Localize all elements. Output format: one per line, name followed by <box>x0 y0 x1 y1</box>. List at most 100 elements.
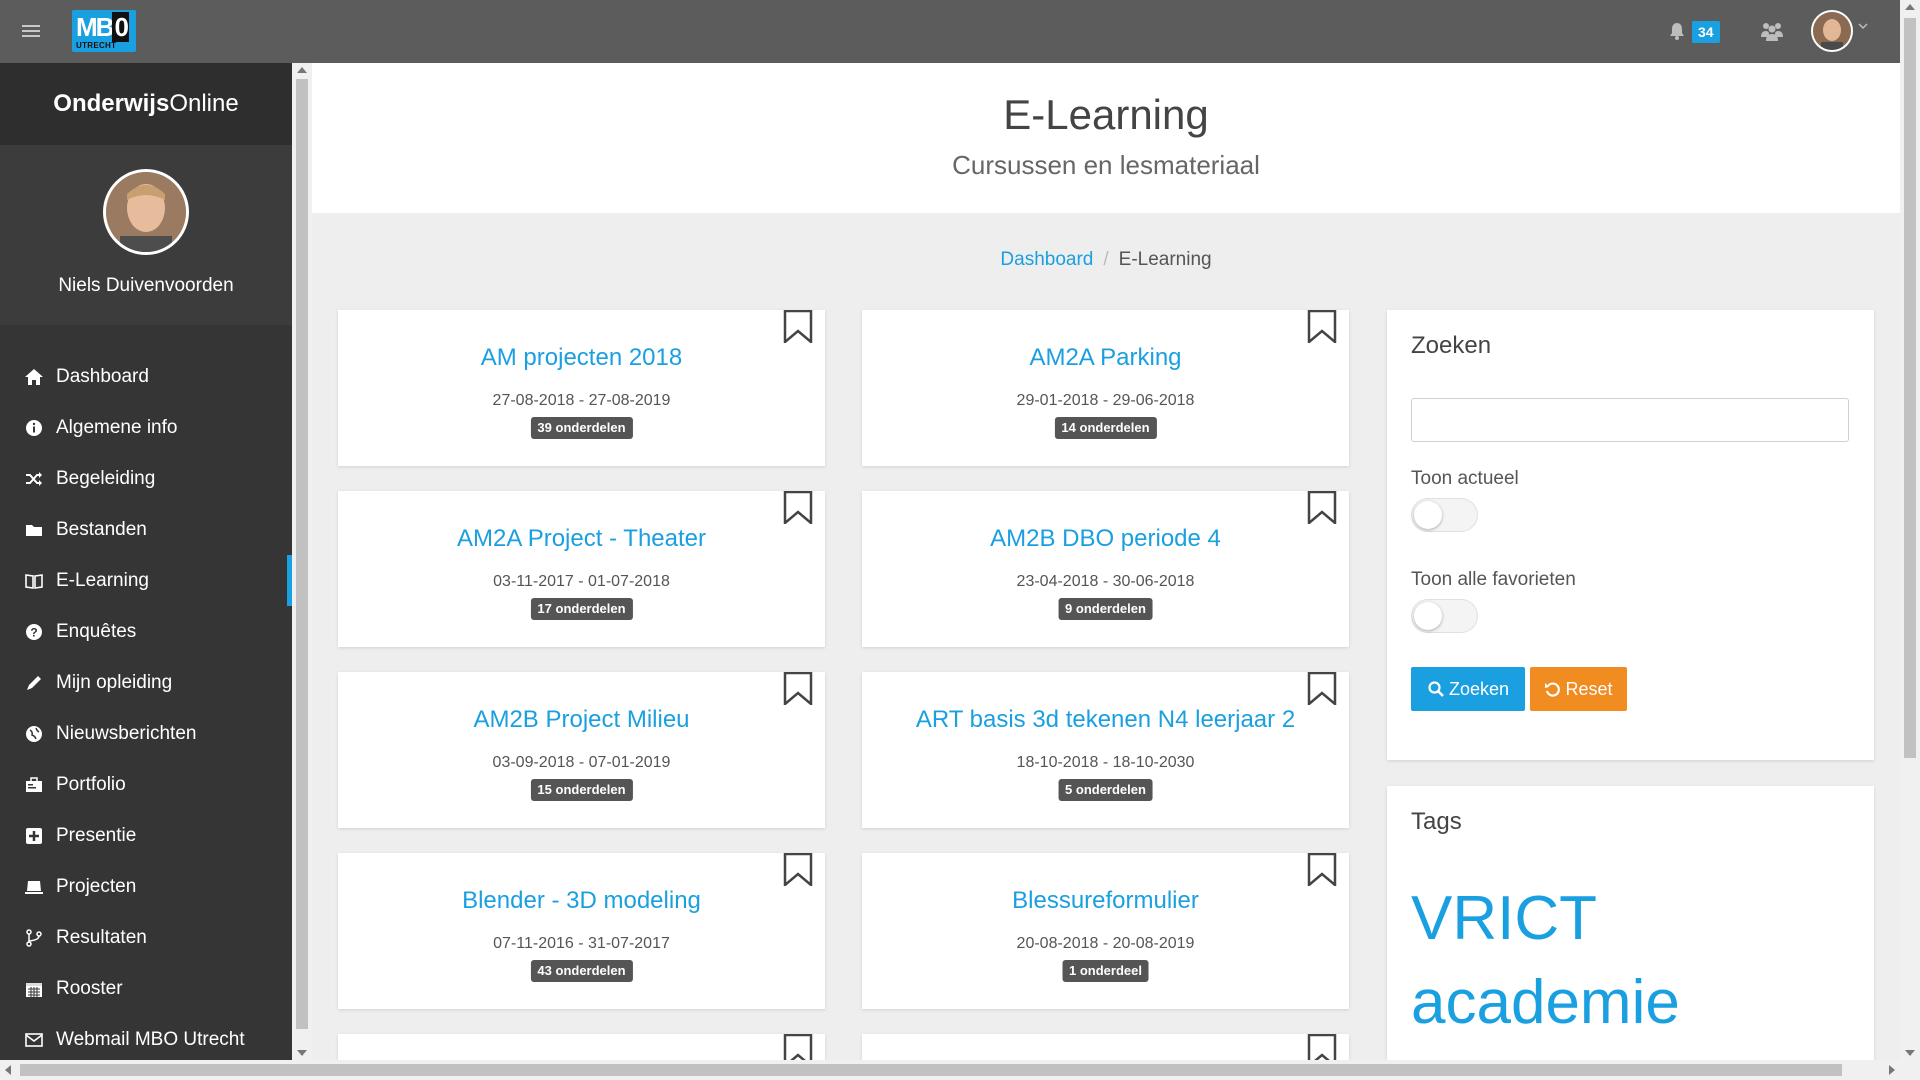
sidebar-item-enquetes[interactable]: ? Enquêtes <box>0 606 292 657</box>
globe-icon <box>24 724 44 744</box>
breadcrumb-separator: / <box>1103 249 1109 270</box>
course-title[interactable]: Blender - 3D modeling <box>338 887 825 915</box>
sidebar-item-label: Webmail MBO Utrecht <box>56 1028 245 1050</box>
scroll-up-arrow-icon[interactable] <box>1905 4 1915 10</box>
course-title[interactable]: ART basis 3d tekenen N4 leerjaar 2 <box>862 706 1349 734</box>
bookmark-icon[interactable] <box>1307 491 1337 524</box>
search-button-label: Zoeken <box>1448 678 1510 699</box>
course-card[interactable]: ART basis 3d tekenen N4 leerjaar 2 18-10… <box>862 672 1349 828</box>
course-dates: 27-08-2018 - 27-08-2019 <box>492 392 671 409</box>
bookmark-icon[interactable] <box>783 672 813 705</box>
course-card[interactable]: Blessureformulier 20-08-2018 - 20-08-201… <box>862 853 1349 1009</box>
sidebar-scroll-thumb[interactable] <box>296 79 308 1029</box>
tag-link[interactable]: VRICT <box>1411 888 1597 950</box>
profile-name: Niels Duivenvoorden <box>58 275 234 296</box>
toggle-current-switch[interactable] <box>1411 498 1478 532</box>
search-input[interactable] <box>1411 398 1849 442</box>
page-horizontal-scroll-thumb[interactable] <box>20 1064 1842 1076</box>
breadcrumb-current: E-Learning <box>1118 249 1212 270</box>
scroll-left-arrow-icon[interactable] <box>5 1065 11 1075</box>
bookmark-icon[interactable] <box>783 491 813 524</box>
scroll-down-arrow-icon[interactable] <box>1905 1050 1915 1056</box>
scroll-up-arrow-icon[interactable] <box>297 67 307 73</box>
bookmark-icon[interactable] <box>783 310 813 343</box>
course-parts-badge: 17 onderdelen <box>530 598 633 620</box>
envelope-icon <box>24 1030 44 1050</box>
course-parts-badge: 9 onderdelen <box>1058 598 1153 620</box>
user-avatar[interactable] <box>1811 10 1853 52</box>
course-dates: 20-08-2018 - 20-08-2019 <box>1016 935 1195 952</box>
page-horizontal-scrollbar[interactable] <box>0 1060 1920 1080</box>
sidebar-scrollbar[interactable] <box>292 63 312 1060</box>
page-title: E-Learning <box>1003 91 1209 138</box>
profile-avatar[interactable] <box>103 169 189 255</box>
course-card[interactable]: Blender - 3D modeling 07-11-2016 - 31-07… <box>338 853 825 1009</box>
svg-text:?: ? <box>30 625 37 639</box>
laptop-icon <box>24 877 44 897</box>
menu-icon[interactable] <box>22 20 40 42</box>
sidebar-item-bestanden[interactable]: Bestanden <box>0 504 292 555</box>
bell-icon[interactable] <box>1668 22 1686 40</box>
users-icon[interactable] <box>1760 20 1784 42</box>
course-card[interactable] <box>338 1034 825 1067</box>
logo-text-sub: UTRECHT <box>76 41 117 50</box>
sidebar-item-resultaten[interactable]: Resultaten <box>0 912 292 963</box>
sidebar-item-portfolio[interactable]: Portfolio <box>0 759 292 810</box>
course-card[interactable]: AM projecten 2018 27-08-2018 - 27-08-201… <box>338 310 825 466</box>
course-card[interactable]: AM2A Parking 29-01-2018 - 29-06-2018 14 … <box>862 310 1349 466</box>
sidebar-item-webmail[interactable]: Webmail MBO Utrecht <box>0 1014 292 1065</box>
course-title[interactable]: AM2A Parking <box>862 344 1349 372</box>
calendar-icon <box>24 979 44 999</box>
search-button[interactable]: Zoeken <box>1411 667 1525 711</box>
sidebar-item-label: Portfolio <box>56 773 126 795</box>
toggle-current-label: Toon actueel <box>1411 468 1519 489</box>
bookmark-icon[interactable] <box>1307 672 1337 705</box>
sidebar-item-begeleiding[interactable]: Begeleiding <box>0 453 292 504</box>
course-card[interactable]: AM2A Project - Theater 03-11-2017 - 01-0… <box>338 491 825 647</box>
sidebar-item-label: Dashboard <box>56 365 149 387</box>
course-title[interactable]: AM projecten 2018 <box>338 344 825 372</box>
sidebar-item-nieuwsberichten[interactable]: Nieuwsberichten <box>0 708 292 759</box>
sidebar-item-rooster[interactable]: Rooster <box>0 963 292 1014</box>
scroll-right-arrow-icon[interactable] <box>1889 1065 1895 1075</box>
page-subtitle: Cursussen en lesmateriaal <box>952 150 1260 180</box>
course-parts-badge: 14 onderdelen <box>1054 417 1157 439</box>
course-dates: 18-10-2018 - 18-10-2030 <box>1016 754 1195 771</box>
course-title[interactable]: AM2B Project Milieu <box>338 706 825 734</box>
reset-button[interactable]: Reset <box>1530 667 1627 711</box>
sidebar-item-label: Algemene info <box>56 416 178 438</box>
brand-title[interactable]: Onderwijs Online <box>0 63 292 145</box>
mbo-utrecht-logo[interactable]: MB0 UTRECHT <box>72 10 136 52</box>
sidebar-item-label: Rooster <box>56 977 123 999</box>
notification-count-badge[interactable]: 34 <box>1692 21 1720 43</box>
sidebar-item-projecten[interactable]: Projecten <box>0 861 292 912</box>
chevron-down-icon[interactable] <box>1857 20 1869 32</box>
sidebar-item-mijn-opleiding[interactable]: Mijn opleiding <box>0 657 292 708</box>
search-panel-title: Zoeken <box>1411 332 1492 359</box>
bookmark-icon[interactable] <box>783 853 813 886</box>
course-card[interactable] <box>862 1034 1349 1067</box>
sidebar-item-label: Resultaten <box>56 926 147 948</box>
sidebar-item-algemene-info[interactable]: Algemene info <box>0 402 292 453</box>
top-navbar: MB0 UTRECHT 34 <box>0 0 1900 63</box>
bookmark-icon[interactable] <box>1307 310 1337 343</box>
page-vertical-scrollbar[interactable] <box>1900 0 1920 1060</box>
home-icon <box>24 367 44 387</box>
tags-panel-title: Tags <box>1411 808 1462 835</box>
course-card[interactable]: AM2B DBO periode 4 23-04-2018 - 30-06-20… <box>862 491 1349 647</box>
course-card[interactable]: AM2B Project Milieu 03-09-2018 - 07-01-2… <box>338 672 825 828</box>
course-title[interactable]: Blessureformulier <box>862 887 1349 915</box>
scroll-down-arrow-icon[interactable] <box>297 1050 307 1056</box>
breadcrumb-dashboard-link[interactable]: Dashboard <box>1000 249 1093 270</box>
course-title[interactable]: AM2B DBO periode 4 <box>862 525 1349 553</box>
sidebar-item-dashboard[interactable]: Dashboard <box>0 351 292 402</box>
sidebar-item-e-learning[interactable]: E-Learning <box>0 555 292 606</box>
toggle-favorites-switch[interactable] <box>1411 599 1478 633</box>
book-icon <box>24 571 44 591</box>
tag-link[interactable]: academie <box>1411 972 1680 1034</box>
bookmark-icon[interactable] <box>1307 853 1337 886</box>
course-title[interactable]: AM2A Project - Theater <box>338 525 825 553</box>
sidebar-item-presentie[interactable]: Presentie <box>0 810 292 861</box>
logo-text-zero: 0 <box>112 12 129 42</box>
page-vertical-scroll-thumb[interactable] <box>1904 18 1916 758</box>
